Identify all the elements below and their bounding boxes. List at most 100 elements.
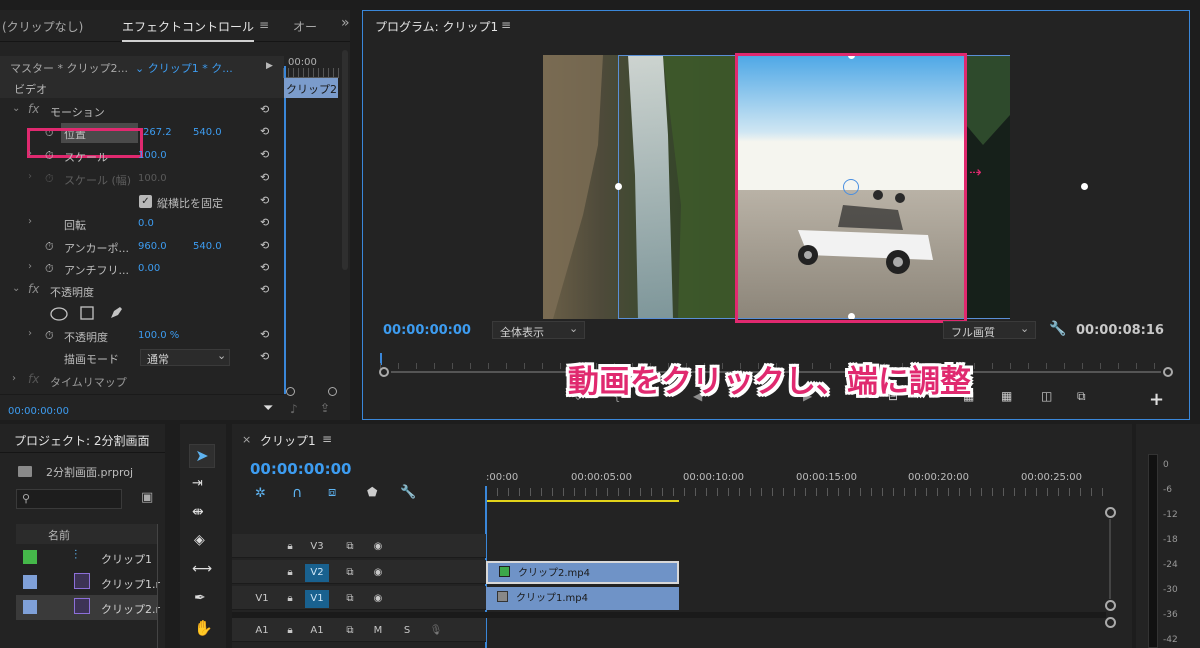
rectangle-mask-icon[interactable]	[80, 306, 94, 320]
label-color-swatch[interactable]	[23, 575, 37, 589]
stopwatch-icon[interactable]: ⏱	[45, 329, 54, 343]
reset-icon[interactable]: ⟲	[260, 194, 269, 207]
zoom-select[interactable]: 全体表示 ⌄	[492, 321, 585, 339]
expand-icon[interactable]: ›	[12, 373, 16, 384]
ec-scrollbar[interactable]	[342, 50, 348, 270]
quality-select[interactable]: フル画質 ⌄	[943, 321, 1036, 339]
timeline-ruler[interactable]: :00:00 00:00:05:00 00:00:10:00 00:00:15:…	[486, 472, 1106, 502]
reset-icon[interactable]: ⟲	[260, 103, 269, 116]
blend-mode-row[interactable]: 描画モード 通常 ⌄ ⟲	[0, 347, 284, 369]
program-monitor-title[interactable]: プログラム: クリップ1	[375, 18, 498, 35]
scroll-handle-left[interactable]	[286, 387, 295, 396]
motion-row[interactable]: ⌄ fx モーション ⟲	[0, 100, 284, 122]
mini-playhead[interactable]	[284, 66, 286, 394]
source-patch-a1[interactable]: A1	[250, 622, 274, 640]
fx-icon[interactable]: fx	[28, 102, 39, 116]
scale-value[interactable]: 100.0	[138, 150, 167, 161]
uniform-scale-row[interactable]: ✓ 縦横比を固定 ⟲	[0, 191, 284, 213]
slip-tool-icon[interactable]: ⟷	[192, 561, 212, 577]
rotation-value[interactable]: 0.0	[138, 218, 154, 229]
position-y-value[interactable]: 540.0	[193, 127, 222, 138]
column-name-header[interactable]: 名前	[48, 527, 70, 543]
reset-icon[interactable]: ⟲	[260, 148, 269, 161]
eye-icon[interactable]: ◉	[366, 590, 390, 608]
add-button[interactable]: +	[1149, 389, 1164, 410]
hand-tool-icon[interactable]: ✋	[194, 619, 213, 637]
monitor-menu-icon[interactable]: ≡	[501, 18, 511, 32]
reset-icon[interactable]: ⟲	[260, 216, 269, 229]
reset-icon[interactable]: ⟲	[260, 239, 269, 252]
transform-handle[interactable]	[1081, 183, 1088, 190]
sync-lock-icon[interactable]: ⧉	[338, 564, 362, 582]
anchor-x-value[interactable]: 960.0	[138, 241, 167, 252]
stopwatch-icon[interactable]: ⏱	[45, 262, 54, 276]
mini-zoom-scrollbar[interactable]	[286, 387, 338, 396]
tab-effect-controls[interactable]: エフェクトコントロール	[122, 18, 255, 42]
export-frame-icon[interactable]: ◫	[1041, 389, 1052, 403]
list-item[interactable]: ⫶ クリップ1	[16, 545, 157, 570]
track-label-v2[interactable]: V2	[305, 564, 329, 582]
pen-mask-icon[interactable]	[108, 305, 124, 321]
mini-clip-bar[interactable]: クリップ2	[284, 78, 338, 98]
track-label-a1[interactable]: A1	[305, 622, 329, 640]
label-color-swatch[interactable]	[23, 550, 37, 564]
collapse-motion-icon[interactable]: ⌄	[12, 103, 20, 114]
position-x-value[interactable]: 267.2	[143, 127, 172, 138]
source-patch-v1[interactable]: V1	[250, 590, 274, 608]
expand-icon[interactable]: ›	[28, 328, 32, 339]
clip-v2[interactable]: クリップ2.mp4	[486, 561, 679, 584]
mini-ruler[interactable]	[283, 68, 339, 78]
collapse-opacity-icon[interactable]: ⌄	[12, 283, 20, 294]
reset-icon[interactable]: ⟲	[260, 350, 269, 363]
expand-icon[interactable]: ›	[28, 148, 32, 159]
project-search-input[interactable]: ⚲	[16, 489, 122, 509]
compare-icon[interactable]: ⧉	[1077, 389, 1086, 404]
lock-icon[interactable]: 🔒︎	[278, 538, 302, 556]
reset-icon[interactable]: ⟲	[260, 283, 269, 296]
scale-row[interactable]: › ⏱ スケール 100.0 ⟲	[0, 145, 284, 167]
program-timecode-current[interactable]: 00:00:00:00	[383, 323, 471, 338]
master-clip-label[interactable]: マスター * クリップ2...	[10, 60, 128, 76]
mute-button[interactable]: M	[366, 622, 390, 640]
wrench-icon[interactable]: 🔧	[1049, 321, 1066, 337]
extract-icon[interactable]: ▦	[1001, 389, 1012, 403]
eye-icon[interactable]: ◉	[366, 538, 390, 556]
selection-tool-icon[interactable]: ➤	[189, 444, 215, 468]
close-icon[interactable]: ×	[242, 433, 251, 446]
tab-more-panels[interactable]: オー	[293, 18, 317, 35]
export-icon[interactable]: ⇪	[320, 401, 330, 415]
scroll-handle[interactable]	[1105, 600, 1116, 611]
antiflicker-row[interactable]: › ⏱ アンチフリ... 0.00 ⟲	[0, 258, 284, 280]
work-area-bar[interactable]	[486, 500, 679, 502]
opacity-section-row[interactable]: ⌄ fx 不透明度 ⟲	[0, 280, 284, 302]
track-label-v1[interactable]: V1	[305, 590, 329, 608]
timeline-menu-icon[interactable]: ≡	[322, 432, 332, 446]
snap-magnet-icon[interactable]: ∩	[292, 485, 302, 501]
anchor-y-value[interactable]: 540.0	[193, 241, 222, 252]
clip-v1[interactable]: クリップ1.mp4	[486, 587, 679, 610]
clip-selector[interactable]: ⌄ クリップ1 * ク...	[135, 60, 233, 76]
mic-icon[interactable]: 🎙︎	[424, 622, 448, 640]
reset-icon[interactable]: ⟲	[260, 261, 269, 274]
tab-source-none[interactable]: (クリップなし)	[2, 18, 83, 35]
fx-icon[interactable]: fx	[28, 282, 39, 296]
sequence-tab[interactable]: クリップ1	[260, 432, 316, 449]
add-marker-icon[interactable]: ⬟	[367, 485, 377, 499]
scroll-handle[interactable]	[1105, 617, 1116, 628]
linked-selection-icon[interactable]: ⧈	[328, 485, 336, 500]
stopwatch-icon[interactable]: ⏱	[45, 240, 54, 254]
nest-icon[interactable]: ✲	[255, 486, 266, 501]
time-remap-row[interactable]: › fx タイムリマップ	[0, 370, 284, 392]
anchor-row[interactable]: ⏱ アンカーポ... 960.0 540.0 ⟲	[0, 236, 284, 258]
new-bin-icon[interactable]: ▣	[141, 490, 153, 505]
scroll-track[interactable]	[1109, 519, 1111, 599]
lock-icon[interactable]: 🔒︎	[278, 590, 302, 608]
ripple-edit-tool-icon[interactable]: ⇼	[192, 504, 204, 520]
opacity-value[interactable]: 100.0 %	[138, 330, 179, 341]
ellipse-mask-icon[interactable]	[50, 307, 68, 321]
expand-icon[interactable]: ›	[28, 216, 32, 227]
scroll-handle-right[interactable]	[328, 387, 337, 396]
track-select-tool-icon[interactable]: ⇥	[192, 476, 203, 491]
opacity-row[interactable]: › ⏱ 不透明度 100.0 % ⟲	[0, 325, 284, 347]
track-label-v3[interactable]: V3	[305, 538, 329, 556]
